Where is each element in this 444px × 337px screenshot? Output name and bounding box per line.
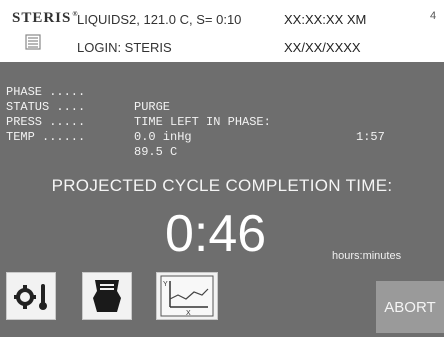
- sensors-button[interactable]: [6, 272, 56, 320]
- status-row: STATUS .... TIME LEFT IN PHASE: 1:57: [6, 85, 385, 144]
- print-icon: [93, 280, 121, 312]
- phase-value: PURGE: [134, 100, 171, 114]
- temp-value: 89.5 C: [134, 145, 178, 159]
- abort-button[interactable]: ABORT: [376, 281, 444, 333]
- time-units-label: hours:minutes: [332, 250, 402, 262]
- brand-logo-text: STERIS®: [12, 10, 79, 27]
- graph-icon: Y X: [160, 275, 214, 317]
- login-info: LOGIN: STERIS: [77, 40, 172, 55]
- clock-date: XX/XX/XXXX: [284, 40, 361, 55]
- press-row: PRESS ..... 0.0 inHg: [6, 100, 192, 144]
- steris-emblem-icon: [25, 34, 41, 50]
- projected-completion-label: PROJECTED CYCLE COMPLETION TIME:: [51, 176, 393, 195]
- status-readout: PHASE ..... PURGE STATUS .... TIME LEFT …: [6, 70, 385, 159]
- temp-row: TEMP ...... 89.5 C: [6, 115, 177, 159]
- graph-button[interactable]: Y X: [156, 272, 218, 320]
- sensor-thermometer-icon: [14, 284, 47, 310]
- screen-number: 4: [430, 10, 437, 22]
- print-button[interactable]: [82, 272, 132, 320]
- cycle-status-panel: PHASE ..... PURGE STATUS .... TIME LEFT …: [0, 62, 444, 337]
- projected-completion-time: 0:46: [165, 205, 267, 263]
- brand-name: STERIS: [12, 10, 72, 26]
- press-value: 0.0 inHg: [134, 130, 192, 144]
- phase-time-left: 1:57: [356, 130, 385, 144]
- temp-label: TEMP ......: [6, 130, 86, 144]
- svg-text:X: X: [186, 310, 191, 317]
- status-value: TIME LEFT IN PHASE:: [134, 115, 271, 129]
- header-bar: STERIS® LIQUIDS2, 121.0 C, S= 0:10 LOGIN…: [0, 0, 444, 62]
- phase-row: PHASE ..... PURGE: [6, 70, 170, 114]
- svg-text:Y: Y: [163, 281, 168, 288]
- clock-time: XX:XX:XX XM: [284, 12, 367, 27]
- cycle-info: LIQUIDS2, 121.0 C, S= 0:10: [77, 12, 242, 27]
